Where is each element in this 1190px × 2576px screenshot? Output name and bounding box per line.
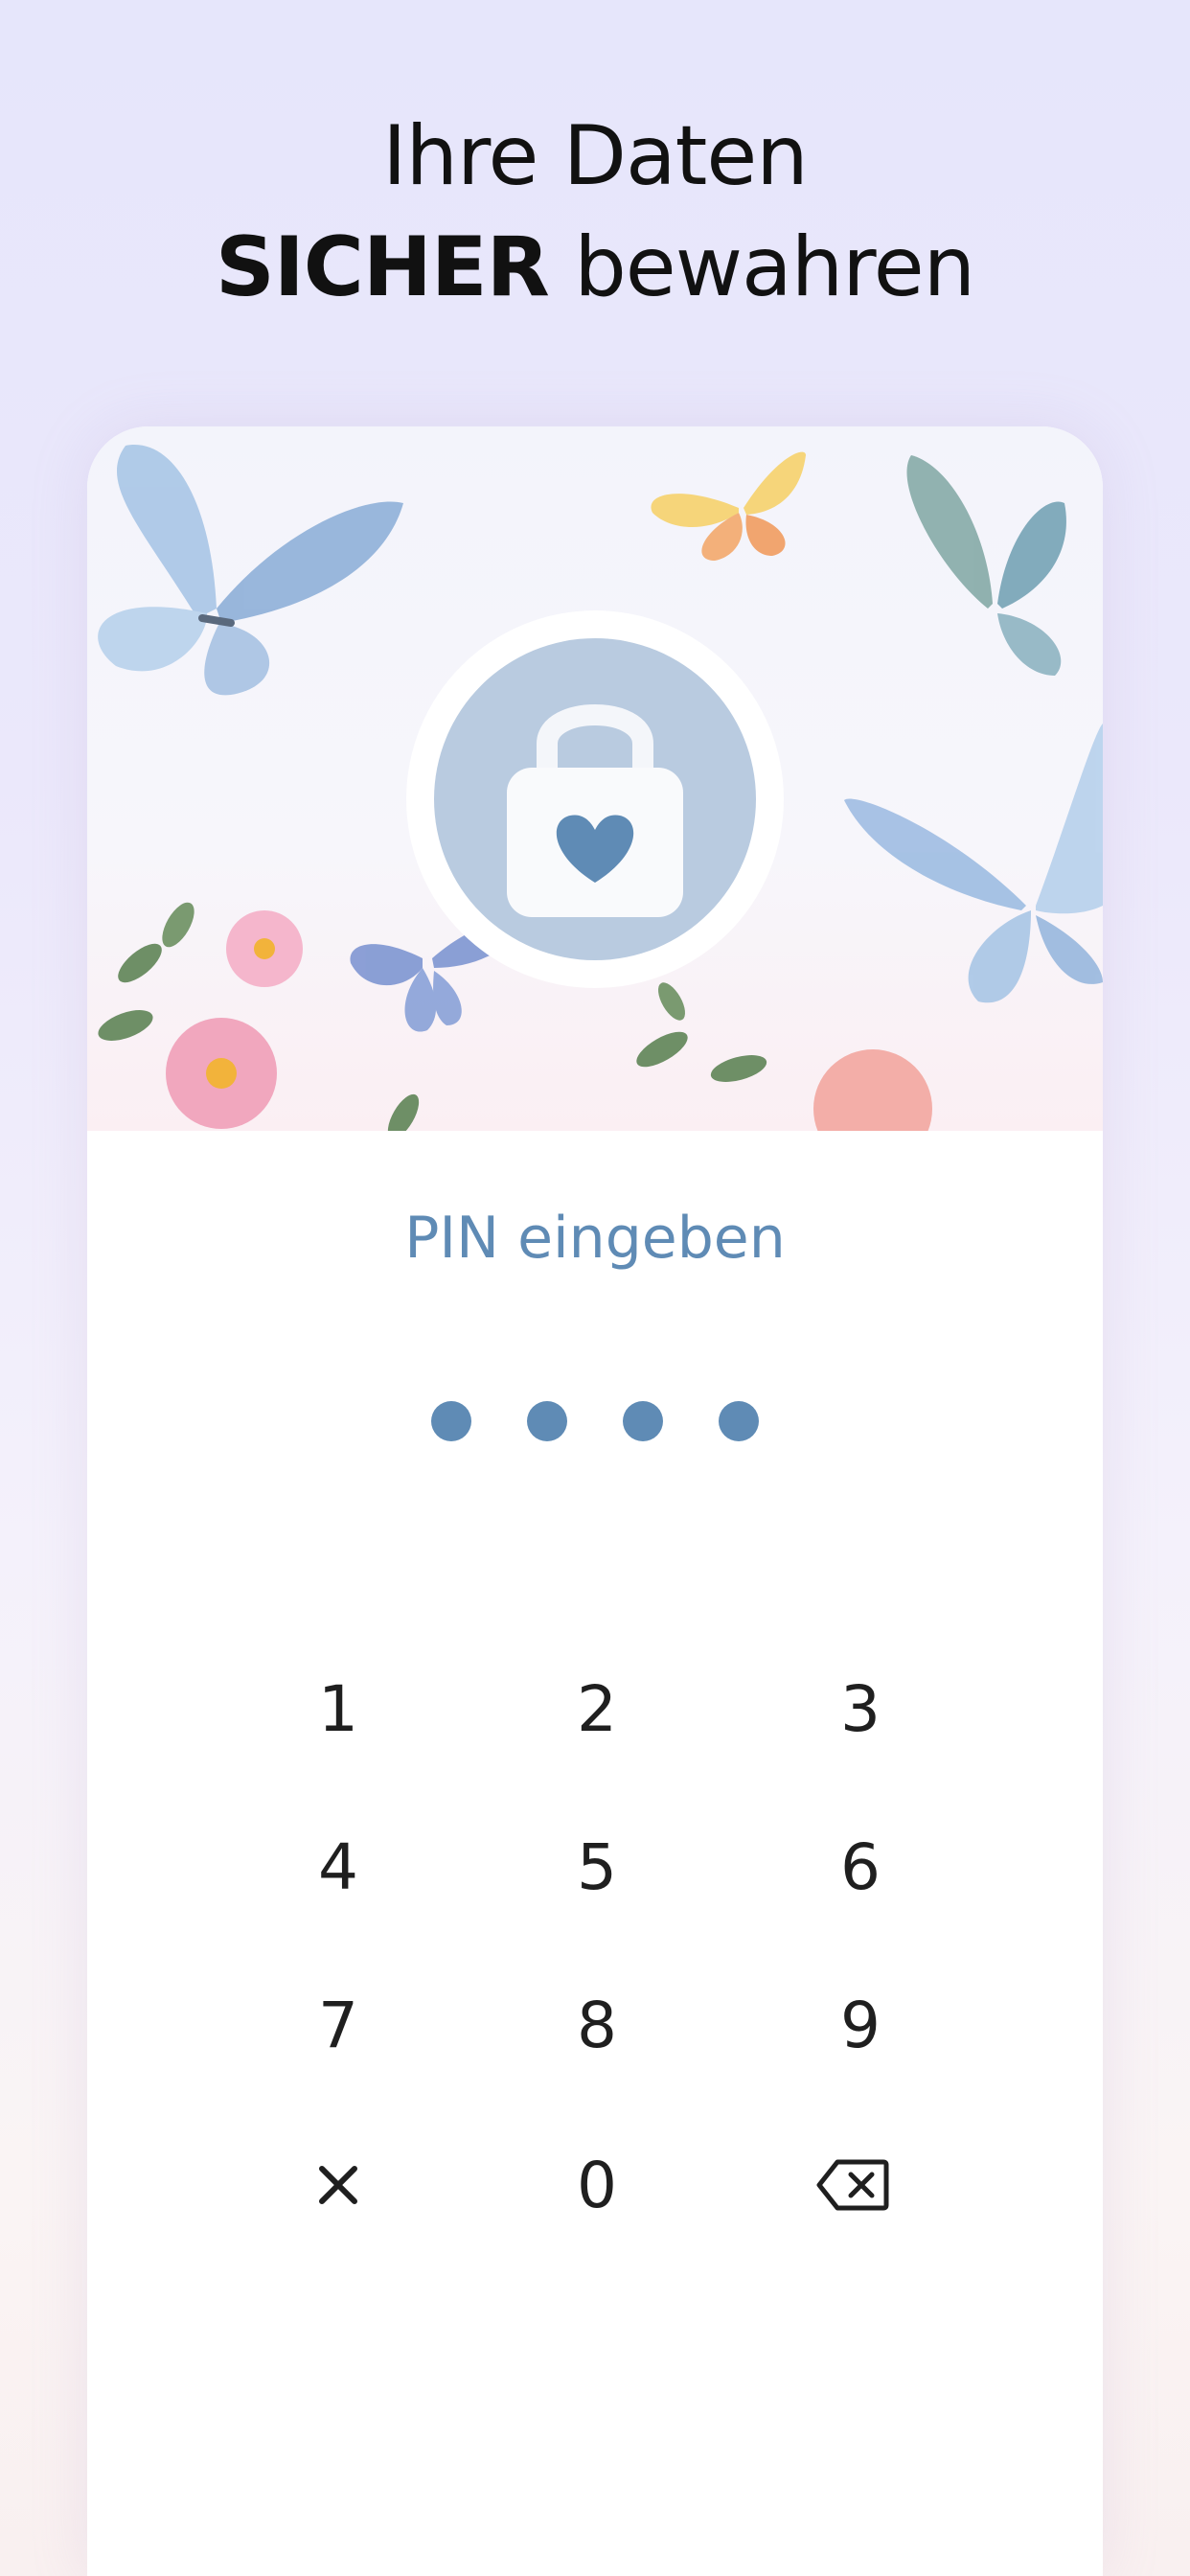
phone-screen [87, 426, 1103, 2576]
headline-rest: bewahren [548, 219, 975, 315]
key-0[interactable]: 0 [492, 2118, 702, 2252]
flowers-bottom-right [387, 982, 932, 1131]
lock-circle [434, 638, 756, 960]
delete-button[interactable] [747, 2118, 958, 2252]
pin-dot [527, 1401, 567, 1441]
key-4[interactable]: 4 [233, 1800, 444, 1934]
lock-badge [406, 610, 784, 988]
butterfly-right [844, 724, 1103, 1003]
headline-line-1: Ihre Daten [382, 108, 809, 204]
pin-dot [719, 1401, 759, 1441]
headline-emphasis: SICHER [215, 219, 550, 315]
headline: Ihre Daten SICHER bewahren [0, 101, 1190, 323]
butterfly-top-left [98, 445, 403, 696]
butterfly-teal [906, 455, 1066, 676]
key-7[interactable]: 7 [233, 1958, 444, 2092]
flowers-bottom-left [98, 902, 303, 1129]
key-8[interactable]: 8 [492, 1958, 702, 2092]
backspace-icon [816, 2159, 889, 2211]
butterfly-flower-artwork [87, 426, 1103, 1131]
pin-indicator [0, 1401, 1190, 1441]
pin-dot [623, 1401, 663, 1441]
butterfly-yellow [651, 451, 806, 561]
key-1[interactable]: 1 [233, 1642, 444, 1776]
padlock-heart-icon [507, 704, 683, 917]
headline-line-2: SICHER bewahren [0, 212, 1190, 323]
pin-title: PIN eingeben [404, 1205, 786, 1272]
key-5[interactable]: 5 [492, 1800, 702, 1934]
key-2[interactable]: 2 [492, 1642, 702, 1776]
key-3[interactable]: 3 [755, 1642, 966, 1776]
cancel-button[interactable] [233, 2118, 444, 2252]
key-9[interactable]: 9 [755, 1958, 966, 2092]
pin-dot [431, 1401, 471, 1441]
key-6[interactable]: 6 [755, 1800, 966, 1934]
close-icon [319, 2166, 357, 2204]
